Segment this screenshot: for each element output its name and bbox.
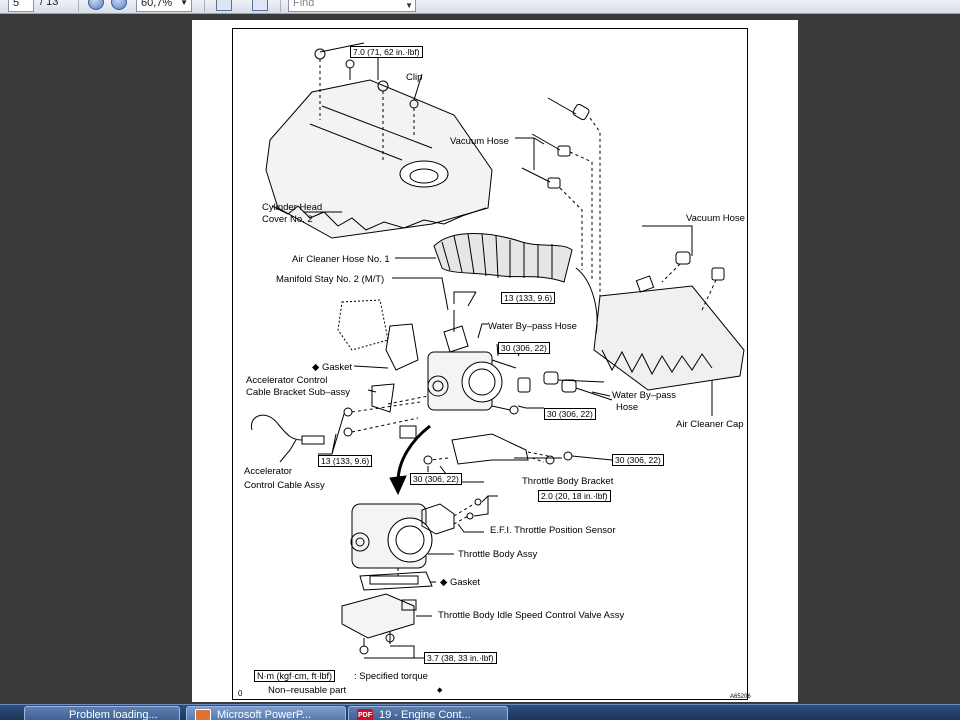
page-total: / 13 [40,0,59,8]
nonreusable-diamond-icon: ◆ [440,577,450,588]
accelerator-bracket-label-line2: Cable Bracket Sub–assy [246,387,351,398]
clip-label: Clip [406,72,423,83]
idle-valve-label: Throttle Body Idle Speed Control Valve A… [438,610,625,621]
nonreusable-diamond-icon: ◆ [437,687,443,694]
throttle-body-label: Throttle Body Assy [458,549,538,560]
water-bypass-hose-label-2: Water By–pass [612,390,677,401]
pdf-icon: PDF [357,709,373,720]
torque-label-37: 3.7 (38, 33 in.·lbf) [424,652,497,664]
accelerator-bracket-label: Accelerator Control [246,375,328,386]
gasket-label-lower: ◆ Gasket [440,577,481,588]
toolbar-divider [78,0,79,12]
air-cleaner-hose-label: Air Cleaner Hose No. 1 [292,254,390,265]
torque-label-13b: 13 (133, 9.6) [318,455,373,467]
torque-label-2: 2.0 (20, 18 in.·lbf) [538,490,611,502]
zoom-in-icon[interactable] [111,0,127,10]
pdf-page: ◆ 7.0 (71, 62 in.·lbf) Clip Vacuum Hose … [192,20,798,702]
throttle-body-bracket-label: Throttle Body Bracket [522,476,614,487]
cylinder-head-cover-label: Cylinder Head [262,202,323,213]
taskbar-item-pdf[interactable]: PDF 19 - Engine Cont... [348,706,508,720]
torque-label-13a: 13 (133, 9.6) [501,292,556,304]
chevron-down-icon: ▼ [180,0,188,7]
legend-nonreusable: Non–reusable part [268,685,347,696]
zoom-out-icon[interactable] [88,0,104,10]
exploded-diagram: ◆ [250,42,745,694]
zoom-select[interactable]: 60,7% ▼ [136,0,192,12]
toolbar-divider [280,0,281,12]
manifold-stay-label: Manifold Stay No. 2 (M/T) [276,274,385,285]
torque-label-30d: 30 (306, 22) [410,473,462,485]
torque-label-30a: 30 (306, 22) [498,342,550,354]
accelerator-cable-label: Accelerator [244,466,293,477]
taskbar: Problem loading... Microsoft PowerP... P… [0,704,960,720]
torque-label-30b: 30 (306, 22) [544,408,596,420]
find-input[interactable]: Find ▼ [288,0,416,12]
torque-label-30c: 30 (306, 22) [612,454,664,466]
figure-id: A65206 [730,694,751,700]
chevron-down-icon: ▼ [405,1,413,10]
pdf-toolbar: 5 / 13 60,7% ▼ Find ▼ [0,0,960,14]
fit-page-icon[interactable] [252,0,268,11]
water-bypass-hose-label: Water By–pass Hose [488,321,577,332]
powerpoint-icon [195,709,211,720]
page-number-input[interactable]: 5 [8,0,34,12]
taskbar-item-powerpoint[interactable]: Microsoft PowerP... [186,706,346,720]
taskbar-item-firefox[interactable]: Problem loading... [24,706,180,720]
gasket-label: ◆ Gasket [312,362,353,373]
efi-sensor-label: E.F.I. Throttle Position Sensor [490,525,616,536]
page-mark: 0 [238,689,243,698]
vacuum-hose-label-right: Vacuum Hose [686,213,745,224]
toolbar-divider [204,0,205,12]
air-cleaner-cap-label: Air Cleaner Cap [676,419,744,430]
vacuum-hose-label: Vacuum Hose [450,136,509,147]
legend-torque: : Specified torque [354,671,428,682]
fit-width-icon[interactable] [216,0,232,11]
nonreusable-diamond-icon: ◆ [312,362,322,373]
legend-units: N·m (kgf·cm, ft·lbf) [254,670,335,682]
torque-label-top: 7.0 (71, 62 in.·lbf) [350,46,423,58]
water-bypass-hose-label-2-line2: Hose [616,402,639,413]
cylinder-head-cover-label-line2: Cover No. 2 [262,214,313,225]
accelerator-cable-label-line2: Control Cable Assy [244,480,325,491]
